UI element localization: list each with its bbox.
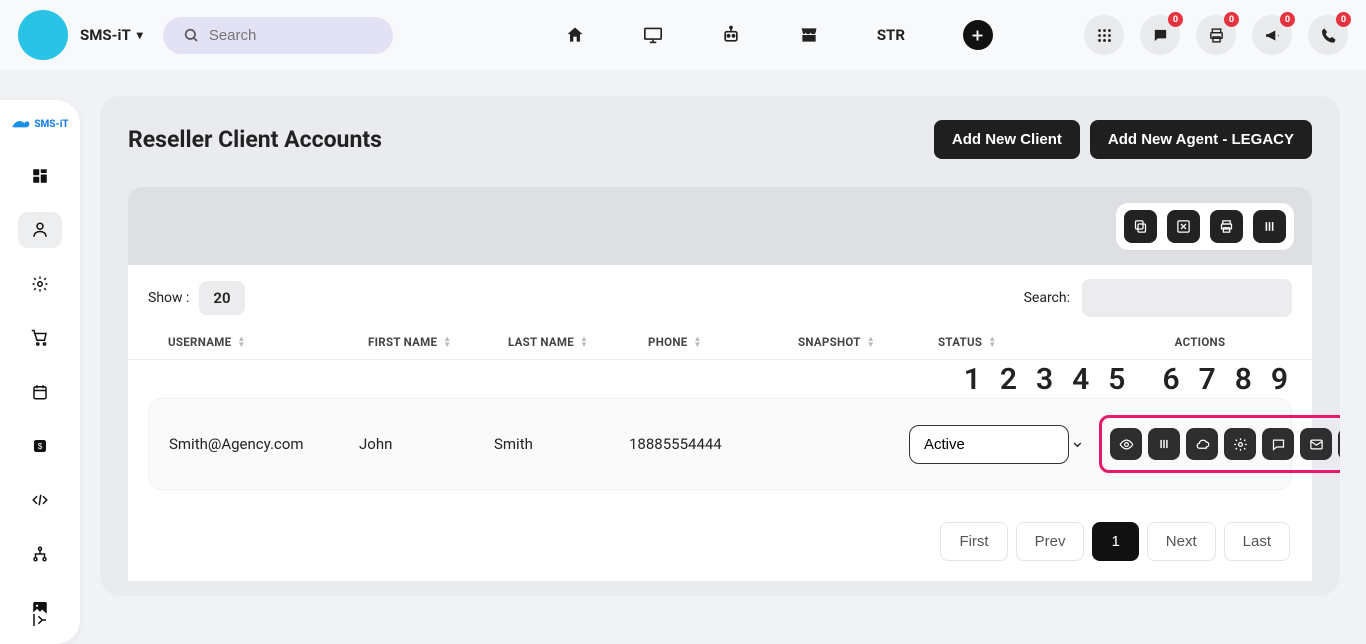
table-search-input[interactable]: [1082, 279, 1292, 317]
main-panel: Reseller Client Accounts Add New Client …: [100, 96, 1340, 596]
print-table-icon[interactable]: [1210, 210, 1243, 243]
table-header-row: USERNAME▲▼ FIRST NAME▲▼ LAST NAME▲▼ PHON…: [128, 327, 1312, 360]
sidebar-cart-icon[interactable]: [18, 320, 62, 356]
cell-lastname: Smith: [494, 435, 629, 453]
page-current-button[interactable]: 1: [1092, 522, 1138, 561]
sidebar-code-icon[interactable]: [18, 482, 62, 518]
page-first-button[interactable]: First: [940, 522, 1007, 561]
sort-icon: ▲▼: [443, 336, 451, 348]
table-panel: Show : 20 Search: USERNAME▲▼ FIRST NAME▲…: [128, 265, 1312, 581]
add-new-client-button[interactable]: Add New Client: [934, 120, 1080, 159]
avatar[interactable]: [18, 10, 68, 60]
annotation-numbers: 1 2 3 4 5 6 7 8 9: [964, 362, 1290, 397]
action-settings-icon[interactable]: [1224, 428, 1256, 460]
sidebar-dashboard-icon[interactable]: [18, 158, 62, 194]
excel-export-icon[interactable]: [1167, 210, 1200, 243]
sidebar-collapse[interactable]: [0, 600, 80, 640]
sort-icon: ▲▼: [694, 336, 702, 348]
phone-badge: 0: [1336, 12, 1351, 27]
table-row: Smith@Agency.com John Smith 18885554444 …: [148, 398, 1292, 490]
top-bar: SMS-iT ▾ STR 0: [0, 0, 1366, 70]
search-icon: [183, 27, 199, 43]
sidebar-logo: SMS-iT: [11, 112, 68, 140]
home-icon[interactable]: [565, 25, 585, 45]
action-mail-icon[interactable]: [1300, 428, 1332, 460]
cell-phone: 18885554444: [629, 435, 779, 453]
action-chat-icon[interactable]: [1262, 428, 1294, 460]
table-body: 1 2 3 4 5 6 7 8 9 Smith@Agency.com John …: [128, 360, 1312, 510]
store-icon[interactable]: [799, 25, 819, 45]
sidebar-settings-icon[interactable]: [18, 266, 62, 302]
global-search[interactable]: [163, 17, 393, 54]
page-title: Reseller Client Accounts: [128, 126, 382, 153]
sidebar-clients-icon[interactable]: [18, 212, 62, 248]
svg-text:$: $: [38, 442, 43, 451]
sort-icon: ▲▼: [867, 336, 875, 348]
top-nav-center: STR: [565, 20, 993, 50]
bullhorn-badge: 0: [1280, 12, 1295, 27]
th-username[interactable]: USERNAME▲▼: [168, 335, 368, 349]
search-label: Search:: [1024, 290, 1070, 306]
cell-firstname: John: [359, 435, 494, 453]
add-button[interactable]: [963, 20, 993, 50]
cell-actions: [1099, 415, 1340, 473]
sidebar-calendar-icon[interactable]: [18, 374, 62, 410]
phone-icon[interactable]: 0: [1308, 15, 1348, 55]
page-next-button[interactable]: Next: [1147, 522, 1216, 561]
show-entries: Show : 20: [148, 281, 245, 315]
th-lastname[interactable]: LAST NAME▲▼: [508, 335, 648, 349]
toolbar-group: [1116, 203, 1294, 250]
page-header-actions: Add New Client Add New Agent - LEGACY: [934, 120, 1312, 159]
table-controls: Show : 20 Search:: [128, 265, 1312, 327]
robot-icon[interactable]: [721, 25, 741, 45]
show-label: Show :: [148, 290, 189, 306]
action-view-icon[interactable]: [1110, 428, 1142, 460]
page-header: Reseller Client Accounts Add New Client …: [128, 120, 1312, 159]
sort-icon: ▲▼: [580, 336, 588, 348]
action-columns-icon[interactable]: [1148, 428, 1180, 460]
bullhorn-icon[interactable]: 0: [1252, 15, 1292, 55]
action-edit-icon[interactable]: [1338, 428, 1340, 460]
global-search-input[interactable]: [209, 27, 373, 44]
page-prev-button[interactable]: Prev: [1016, 522, 1085, 561]
th-status[interactable]: STATUS▲▼: [938, 335, 1128, 349]
copy-icon[interactable]: [1124, 210, 1157, 243]
sidebar-billing-icon[interactable]: $: [18, 428, 62, 464]
sidebar: SMS-iT $: [0, 100, 80, 644]
status-select[interactable]: Active: [909, 425, 1069, 464]
add-new-agent-button[interactable]: Add New Agent - LEGACY: [1090, 120, 1312, 159]
show-entries-select[interactable]: 20: [199, 281, 244, 315]
columns-icon[interactable]: [1253, 210, 1286, 243]
chat-icon[interactable]: 0: [1140, 15, 1180, 55]
chevron-down-icon: ▾: [137, 28, 143, 42]
th-snapshot[interactable]: SNAPSHOT▲▼: [798, 335, 938, 349]
cell-status: Active: [909, 425, 1099, 464]
cell-username: Smith@Agency.com: [169, 435, 359, 453]
th-firstname[interactable]: FIRST NAME▲▼: [368, 335, 508, 349]
table-search: Search:: [1024, 279, 1292, 317]
sidebar-hierarchy-icon[interactable]: [18, 536, 62, 572]
th-actions: ACTIONS: [1128, 335, 1272, 349]
top-right-actions: 0 0 0 0: [1084, 15, 1348, 55]
actions-highlight-frame: [1099, 415, 1340, 473]
pagination: First Prev 1 Next Last: [128, 510, 1312, 581]
th-phone[interactable]: PHONE▲▼: [648, 335, 798, 349]
sort-icon: ▲▼: [988, 336, 996, 348]
table-toolbar: [128, 187, 1312, 265]
brand-selector[interactable]: SMS-iT ▾: [80, 26, 143, 44]
action-cloud-icon[interactable]: [1186, 428, 1218, 460]
monitor-icon[interactable]: [643, 26, 663, 44]
chat-badge: 0: [1168, 12, 1183, 27]
sort-icon: ▲▼: [237, 336, 245, 348]
print-badge: 0: [1224, 12, 1239, 27]
str-button[interactable]: STR: [877, 26, 905, 44]
brand-label: SMS-iT: [80, 26, 131, 44]
page-last-button[interactable]: Last: [1224, 522, 1290, 561]
print-icon[interactable]: 0: [1196, 15, 1236, 55]
apps-grid-icon[interactable]: [1084, 15, 1124, 55]
